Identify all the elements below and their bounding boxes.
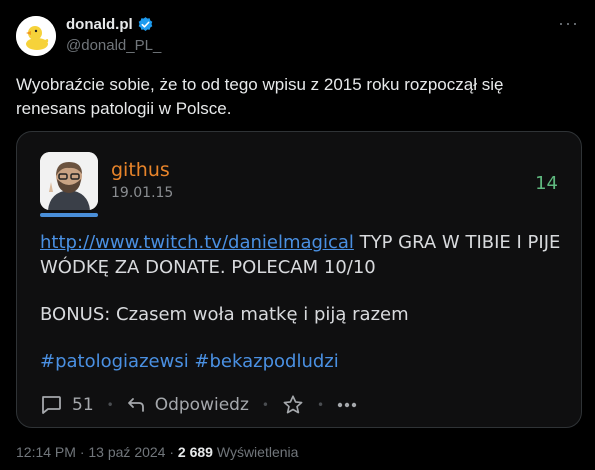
tweet-text: Wyobraźcie sobie, że to od tego wpisu z … xyxy=(16,75,504,118)
tweet-meta: 12:14 PM · 13 paź 2024 · 2 689 Wyświetle… xyxy=(16,444,298,460)
embedded-post-body: http://www.twitch.tv/danielmagical TYP G… xyxy=(40,230,570,374)
tweet-date[interactable]: 13 paź 2024 xyxy=(88,444,165,460)
reply-label: Odpowiedz xyxy=(154,395,249,415)
reply-arrow-icon xyxy=(127,398,144,412)
author-handle[interactable]: @donald_PL_ xyxy=(66,37,161,54)
comment-icon xyxy=(42,396,61,414)
bearded-man-avatar-icon xyxy=(40,152,98,210)
author-avatar[interactable] xyxy=(16,16,56,56)
views-count: 2 689 xyxy=(177,444,213,460)
views-label: Wyświetlenia xyxy=(216,444,299,460)
embedded-user-avatar[interactable] xyxy=(40,152,98,210)
meta-separator: · xyxy=(165,444,178,460)
comments-count: 51 xyxy=(72,395,94,415)
separator-dot: • xyxy=(316,398,325,412)
duck-avatar-icon xyxy=(16,16,56,56)
more-actions-button[interactable] xyxy=(337,402,357,408)
embedded-actions-bar: 51 • Odpowiedz • • xyxy=(40,394,357,416)
reply-button[interactable]: Odpowiedz xyxy=(127,395,249,415)
meta-separator: · xyxy=(75,444,89,460)
embedded-username[interactable]: githus xyxy=(111,159,170,181)
separator-dot: • xyxy=(261,398,269,412)
separator-dot: • xyxy=(106,398,114,412)
embedded-count: 14 xyxy=(535,173,558,194)
embedded-post-card[interactable]: githus 19.01.15 14 http://www.twitch.tv/… xyxy=(16,131,582,428)
twitch-link[interactable]: http://www.twitch.tv/danielmagical xyxy=(40,232,354,253)
verified-badge-icon xyxy=(138,17,152,31)
tweet-time[interactable]: 12:14 PM xyxy=(16,444,76,460)
comments-button[interactable]: 51 xyxy=(40,395,94,415)
embedded-hashtags[interactable]: #patologiazewsi #bekazpodludzi xyxy=(40,349,570,374)
avatar-underline-bar xyxy=(40,213,98,217)
more-options-icon[interactable]: ··· xyxy=(558,14,579,32)
embedded-date: 19.01.15 xyxy=(111,185,174,201)
star-button[interactable] xyxy=(282,394,304,416)
star-icon xyxy=(283,395,303,414)
ellipsis-icon xyxy=(337,402,357,408)
embedded-bonus-text: BONUS: Czasem woła matkę i piją razem xyxy=(40,304,409,325)
embedded-first-paragraph: http://www.twitch.tv/danielmagical TYP G… xyxy=(40,230,570,280)
author-name-row[interactable]: donald.pl xyxy=(66,16,154,33)
author-display-name[interactable]: donald.pl xyxy=(66,16,133,33)
